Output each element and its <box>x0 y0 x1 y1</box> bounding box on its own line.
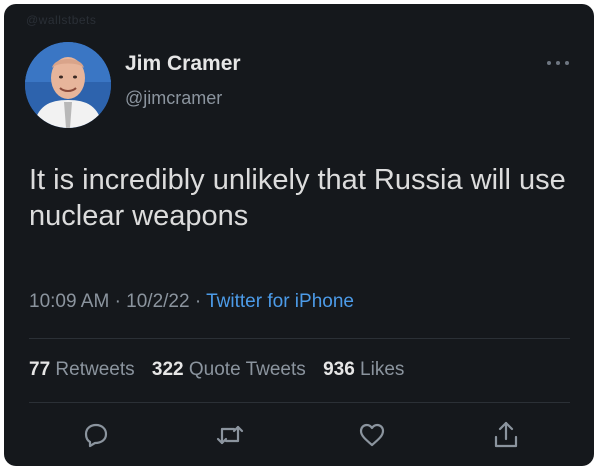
screenshot-frame: @wallstbets Jim Cramer @jimcramer It is … <box>0 0 599 470</box>
likes-count: 936 <box>323 359 355 380</box>
retweets-stat[interactable]: 77 Retweets <box>29 359 135 381</box>
likes-stat[interactable]: 936 Likes <box>323 359 404 381</box>
tweet-card: @wallstbets Jim Cramer @jimcramer It is … <box>4 4 594 466</box>
retweet-button[interactable] <box>214 419 250 455</box>
watermark: @wallstbets <box>26 13 97 27</box>
avatar[interactable] <box>25 42 111 128</box>
like-button[interactable] <box>356 419 392 455</box>
share-button[interactable] <box>490 419 526 455</box>
retweets-count: 77 <box>29 359 51 380</box>
reply-icon <box>84 423 108 448</box>
tweet-source-link[interactable]: Twitter for iPhone <box>206 291 354 312</box>
avatar-portrait-image <box>25 42 111 128</box>
author-handle[interactable]: @jimcramer <box>125 88 222 109</box>
divider <box>29 338 570 339</box>
likes-label: Likes <box>360 359 405 380</box>
tweet-text: It is incredibly unlikely that Russia wi… <box>29 164 566 232</box>
share-icon <box>494 421 518 448</box>
more-dots-icon <box>547 61 569 65</box>
author-name[interactable]: Jim Cramer <box>125 52 241 76</box>
meta-separator: · <box>114 291 121 312</box>
retweet-icon <box>216 425 244 445</box>
reply-button[interactable] <box>80 419 116 455</box>
meta-separator: · <box>194 291 202 312</box>
tweet-time[interactable]: 10:09 AM <box>29 291 109 312</box>
tweet-metadata: 10:09 AM · 10/2/22 · Twitter for iPhone <box>29 291 354 313</box>
more-options-button[interactable] <box>546 54 570 72</box>
quote-tweets-count: 322 <box>151 359 184 380</box>
retweets-label: Retweets <box>55 359 135 380</box>
quote-tweets-stat[interactable]: 322 Quote Tweets <box>152 359 306 381</box>
quote-tweets-label: Quote Tweets <box>188 359 306 380</box>
tweet-date[interactable]: 10/2/22 <box>126 291 189 312</box>
divider <box>29 402 570 403</box>
tweet-stats: 77 Retweets 322 Quote Tweets 936 Likes <box>29 359 416 381</box>
heart-icon <box>359 423 385 447</box>
action-bar <box>4 419 594 459</box>
